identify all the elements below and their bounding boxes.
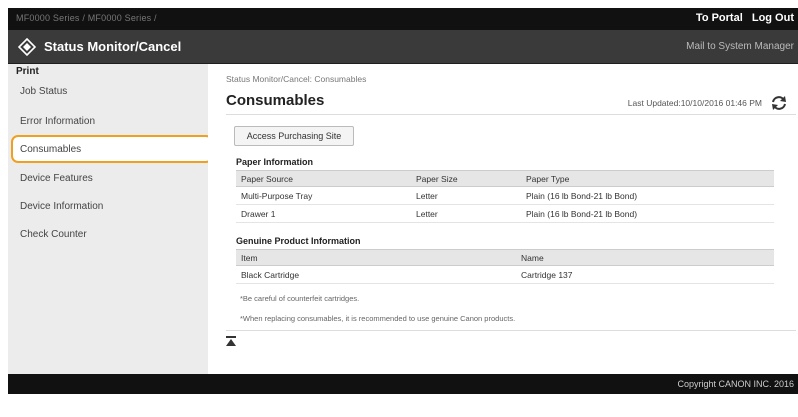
mail-system-manager-link[interactable]: Mail to System Manager [686,41,794,52]
table-cell: Drawer 1 [236,204,411,223]
logout-link[interactable]: Log Out [752,12,794,24]
table-row: Black Cartridge Cartridge 137 [236,265,774,284]
column-header: Name [516,249,774,266]
bottom-divider [226,330,796,331]
top-links: To Portal Log Out [690,12,794,24]
genuine-products-note: *When replacing consumables, it is recom… [240,314,516,323]
column-header: Paper Source [236,170,411,187]
sidebar-item-error-information[interactable]: Error Information [20,116,95,127]
footer: Copyright CANON INC. 2016 [8,374,798,394]
table-row: Multi-Purpose Tray Letter Plain (16 lb B… [236,186,774,205]
last-updated: Last Updated:10/10/2016 01:46 PM [627,98,762,108]
table-cell: Black Cartridge [236,265,516,284]
title-bar: Status Monitor/Cancel Mail to System Man… [8,30,798,64]
counterfeit-note: *Be careful of counterfeit cartridges. [240,294,360,303]
table-cell: Plain (16 lb Bond-21 lb Bond) [521,186,774,205]
refresh-icon[interactable] [770,94,788,112]
paper-information-table: Paper Source Paper Size Paper Type Multi… [236,170,774,223]
sidebar-item-job-status[interactable]: Job Status [20,86,67,97]
table-header-row: Item Name [236,249,774,266]
sidebar-item-check-counter[interactable]: Check Counter [20,229,87,240]
column-header: Paper Type [521,170,774,187]
paper-information-heading: Paper Information [236,157,314,167]
table-cell: Plain (16 lb Bond-21 lb Bond) [521,204,774,223]
sidebar-item-device-information[interactable]: Device Information [20,201,103,212]
sidebar: Print Job Status Error Information Consu… [8,64,213,374]
title-divider [226,114,796,115]
genuine-product-heading: Genuine Product Information [236,236,361,246]
table-cell: Letter [411,204,521,223]
genuine-product-table: Item Name Black Cartridge Cartridge 137 [236,249,774,284]
sidebar-item-device-features[interactable]: Device Features [20,173,93,184]
top-bar: MF0000 Series / MF0000 Series / To Porta… [8,8,798,30]
main-content: Status Monitor/Cancel: Consumables Consu… [208,64,798,374]
column-header: Paper Size [411,170,521,187]
sidebar-section-print: Print [16,66,39,77]
sidebar-item-consumables[interactable]: Consumables [20,144,81,155]
table-row: Drawer 1 Letter Plain (16 lb Bond-21 lb … [236,204,774,223]
back-to-top-icon[interactable] [226,336,236,348]
portal-link[interactable]: To Portal [696,12,743,24]
table-cell: Cartridge 137 [516,265,774,284]
page-title: Consumables [226,92,325,109]
app-title: Status Monitor/Cancel [44,39,182,54]
table-cell: Multi-Purpose Tray [236,186,411,205]
access-purchasing-site-button[interactable]: Access Purchasing Site [234,126,354,146]
table-header-row: Paper Source Paper Size Paper Type [236,170,774,187]
copyright-text: Copyright CANON INC. 2016 [677,379,794,389]
status-monitor-icon [18,38,36,56]
breadcrumb: Status Monitor/Cancel: Consumables [226,74,367,84]
table-cell: Letter [411,186,521,205]
device-model: MF0000 Series / MF0000 Series / [16,13,157,23]
column-header: Item [236,249,516,266]
